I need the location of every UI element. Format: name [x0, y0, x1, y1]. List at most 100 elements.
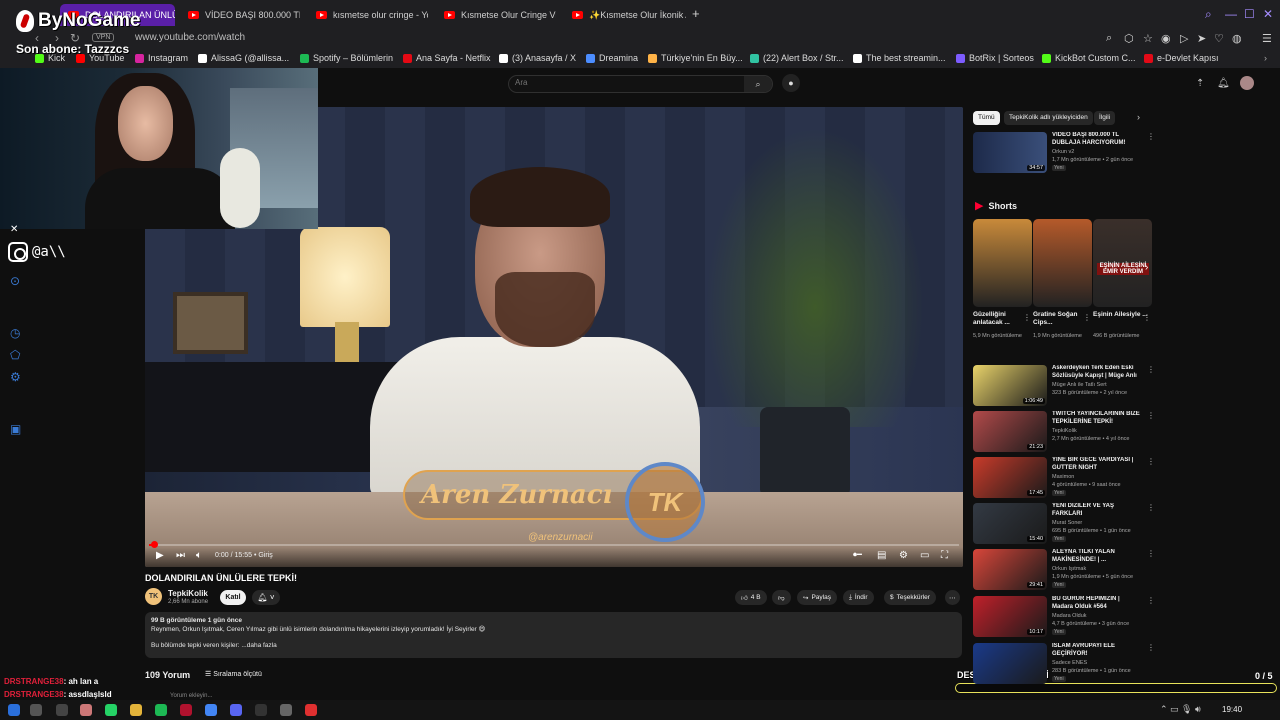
- opera-icon[interactable]: [180, 704, 192, 716]
- chrome-icon[interactable]: [205, 704, 217, 716]
- new-tab-icon[interactable]: +: [692, 6, 700, 21]
- video-channel[interactable]: TepkiKolik: [1052, 428, 1077, 434]
- settings-icon[interactable]: ⚙: [899, 550, 908, 561]
- video-channel[interactable]: Orkun v2: [1052, 149, 1074, 155]
- search-input[interactable]: [515, 78, 735, 87]
- bookmark-streaming[interactable]: The best streamin...: [853, 53, 946, 63]
- profile-avatar[interactable]: ◍: [1232, 32, 1242, 45]
- search-tabs-icon[interactable]: ⌕: [1205, 7, 1212, 22]
- dislike-button[interactable]: 👎︎: [772, 590, 791, 605]
- join-button[interactable]: Katıl: [220, 590, 246, 605]
- close-window-icon[interactable]: ✕: [1263, 7, 1273, 21]
- bookmark-netflix[interactable]: Ana Sayfa - Netflix: [403, 53, 491, 63]
- short-thumbnail[interactable]: [1033, 219, 1092, 307]
- more-options-icon[interactable]: ⋮: [1147, 457, 1155, 466]
- mic-icon[interactable]: ●: [782, 74, 800, 92]
- heart-icon[interactable]: ♡: [1214, 32, 1224, 45]
- subscribed-bell-button[interactable]: 🔔︎ ˅: [252, 590, 280, 605]
- history-icon[interactable]: ◷: [10, 326, 20, 340]
- bookmark-tiktok[interactable]: AlissaG (@allissa...: [198, 53, 289, 63]
- bookmark-alertbox[interactable]: (22) Alert Box / Str...: [750, 53, 844, 63]
- play-icon[interactable]: ▶: [156, 550, 164, 561]
- chips-next-icon[interactable]: ›: [1137, 112, 1140, 122]
- bookmarks-overflow-icon[interactable]: ›: [1264, 53, 1267, 63]
- chip-uploader[interactable]: TepkiKolik adlı yükleyiciden: [1004, 111, 1093, 125]
- subscriptions-icon[interactable]: ⊙: [10, 274, 20, 288]
- bookmark-icon[interactable]: ☆: [1143, 32, 1153, 45]
- shorts-next-icon[interactable]: ›: [1145, 262, 1148, 273]
- play-icon[interactable]: ▷: [1180, 32, 1188, 45]
- video-title[interactable]: ALEYNA TİLKİ YALAN MAKİNESİNDE! | ...: [1052, 549, 1142, 564]
- notifications-icon[interactable]: 🔔︎: [1217, 78, 1230, 89]
- bookmark-instagram[interactable]: Instagram: [135, 53, 188, 63]
- more-options-icon[interactable]: ⋮: [1143, 313, 1151, 322]
- more-options-icon[interactable]: ⋮: [1147, 549, 1155, 558]
- short-title[interactable]: Güzelliğini anlatacak ...: [973, 311, 1029, 327]
- obs-icon[interactable]: [255, 704, 267, 716]
- app-icon[interactable]: [80, 704, 92, 716]
- send-icon[interactable]: ➤: [1197, 32, 1206, 45]
- subtitles-icon[interactable]: ▤: [877, 550, 886, 561]
- short-thumbnail[interactable]: EŞİNİN AİLESİNİ EMİR VERDİM: [1093, 219, 1152, 307]
- next-icon[interactable]: ⏭: [176, 550, 185, 561]
- video-title[interactable]: YENİ DİZİLER VE YAŞ FARKLARI: [1052, 503, 1142, 518]
- related-video[interactable]: 1:06:49 Askerdeyken Terk Eden Eski Sözlüs…: [973, 365, 1155, 409]
- video-title[interactable]: VİDEO BAŞI 800.000 TL DUBLAJA HARCIYORUM…: [1052, 132, 1142, 147]
- chip-related[interactable]: İlgili: [1094, 111, 1116, 125]
- video-title[interactable]: Askerdeyken Terk Eden Eski Sözlüsüyle Ka…: [1052, 365, 1142, 380]
- video-thumbnail[interactable]: 10:17: [973, 596, 1047, 637]
- related-video[interactable]: 29:41 ALEYNA TİLKİ YALAN MAKİNESİNDE! | .…: [973, 549, 1155, 593]
- video-channel[interactable]: Sadece ENES: [1052, 660, 1087, 666]
- channel-name[interactable]: TepkiKolik: [168, 589, 208, 598]
- related-video[interactable]: 34:57 VİDEO BAŞI 800.000 TL DUBLAJA HARC…: [973, 132, 1155, 176]
- more-options-icon[interactable]: ⋮: [1147, 643, 1155, 652]
- short-thumbnail[interactable]: [973, 219, 1032, 307]
- channel-avatar[interactable]: TK: [145, 588, 162, 605]
- video-title[interactable]: İSLAM AVRUPAYI ELE GEÇİRİYOR!: [1052, 643, 1142, 658]
- video-channel[interactable]: Müge Anlı ile Tatlı Sert: [1052, 382, 1107, 388]
- more-options-icon[interactable]: ⋮: [1147, 365, 1155, 374]
- video-thumbnail[interactable]: [973, 643, 1047, 684]
- video-channel[interactable]: Madara Olduk: [1052, 613, 1087, 619]
- video-channel[interactable]: Orkun Işıtmak: [1052, 566, 1086, 572]
- more-actions-button[interactable]: ⋯: [945, 590, 960, 605]
- video-title[interactable]: YINE BIR GECE VARDIYASI | GUTTER NIGHT: [1052, 457, 1142, 472]
- share-button[interactable]: ↪ Paylaş: [797, 590, 837, 605]
- related-video[interactable]: 17:45 YINE BIR GECE VARDIYASI | GUTTER NI…: [973, 457, 1155, 501]
- bookmark-spotify[interactable]: Spotify – Bölümlerin: [300, 53, 393, 63]
- zoom-icon[interactable]: ⌕: [1106, 32, 1112, 45]
- more-options-icon[interactable]: ⋮: [1023, 313, 1031, 322]
- related-video[interactable]: İSLAM AVRUPAYI ELE GEÇİRİYOR! Sadece ENES…: [973, 643, 1155, 687]
- related-video[interactable]: 21:23 TWITCH YAYINCILARININ BİZE TEPKİLER…: [973, 411, 1155, 455]
- video-channel[interactable]: Maximon: [1052, 474, 1074, 480]
- vpn-badge[interactable]: VPN: [92, 33, 115, 42]
- explore-icon[interactable]: ⬠: [10, 348, 20, 362]
- app-icon[interactable]: [280, 704, 292, 716]
- bookmark-kickbot[interactable]: KickBot Custom C...: [1042, 53, 1136, 63]
- tab[interactable]: Kısmetse Olur Cringe Vid: [436, 4, 556, 26]
- create-icon[interactable]: ⇡: [1196, 78, 1204, 89]
- account-avatar[interactable]: [1240, 76, 1254, 90]
- minimize-icon[interactable]: —: [1225, 7, 1237, 21]
- progress-bar[interactable]: [149, 541, 959, 548]
- description-box[interactable]: 99 B görüntüleme 1 gün önce Reynmen, Ork…: [145, 612, 962, 658]
- like-button[interactable]: 👍︎ 4 B: [735, 590, 767, 605]
- description-more[interactable]: Bu bölümde tepki veren kişiler: ...daha …: [151, 642, 956, 651]
- download-button[interactable]: ⤓ İndir: [843, 590, 874, 605]
- bookmark-botrix[interactable]: BotRix | Sorteos: [956, 53, 1034, 63]
- more-options-icon[interactable]: ⋮: [1147, 596, 1155, 605]
- tray-icons[interactable]: ⌃ ▭ 🎙︎ 🔊︎: [1160, 704, 1201, 715]
- video-title[interactable]: BU GURUR HEPİMİZİN | Madara Olduk #564: [1052, 596, 1142, 611]
- video-thumbnail[interactable]: 34:57: [973, 132, 1047, 173]
- related-video[interactable]: 10:17 BU GURUR HEPİMİZİN | Madara Olduk #…: [973, 596, 1155, 640]
- video-thumbnail[interactable]: 15:40: [973, 503, 1047, 544]
- tab[interactable]: kısmetse olur cringe - Yo: [308, 4, 428, 26]
- url-field[interactable]: www.youtube.com/watch: [135, 32, 245, 43]
- camera-icon[interactable]: ◉: [1161, 32, 1171, 45]
- close-icon[interactable]: ✕: [10, 224, 18, 235]
- video-thumbnail[interactable]: 1:06:49: [973, 365, 1047, 406]
- app-icon[interactable]: ▣: [10, 422, 21, 436]
- bookmark-edevlet[interactable]: e-Devlet Kapısı: [1144, 53, 1219, 63]
- whatsapp-icon[interactable]: [105, 704, 117, 716]
- start-icon[interactable]: [8, 704, 20, 716]
